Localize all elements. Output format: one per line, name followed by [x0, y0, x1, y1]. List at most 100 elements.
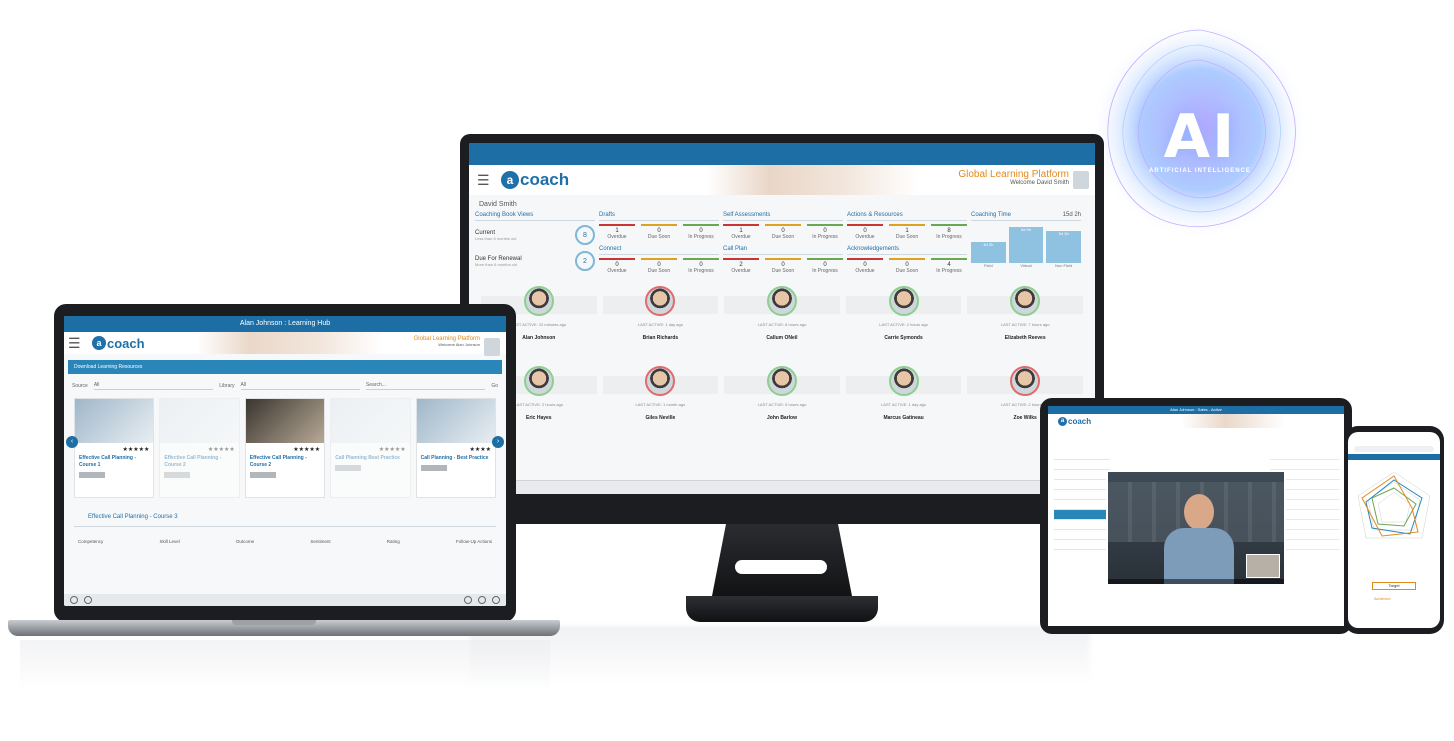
card-action-button[interactable]: [420, 465, 447, 471]
card-action-button[interactable]: [335, 465, 362, 471]
card-title[interactable]: Effective Call Planning - Course 1: [75, 455, 153, 469]
member-photo[interactable]: [523, 286, 554, 316]
member-name[interactable]: John Barlow: [724, 415, 840, 421]
card-title[interactable]: Call Planning Best Practice: [331, 455, 409, 462]
member-photo[interactable]: [888, 286, 919, 316]
member-name[interactable]: Callum ONeil: [724, 335, 840, 341]
member-name[interactable]: Brian Richards: [603, 335, 719, 341]
resource-card[interactable]: ★★★★ Call Planning - Best Practice: [415, 398, 496, 498]
member-photo[interactable]: [1010, 286, 1041, 316]
list-item[interactable]: [1054, 460, 1110, 470]
member-photo[interactable]: [888, 366, 919, 396]
chevron-right-icon[interactable]: ›: [492, 436, 504, 448]
desktop-monitor: ☰ a coach Global Learning Platform Welco…: [460, 134, 1104, 524]
member-photo[interactable]: [766, 286, 797, 316]
team-member-card[interactable]: LAST ACTIVE: 8 hours ago Callum ONeil: [724, 286, 840, 360]
target-button[interactable]: Target: [1372, 582, 1416, 590]
go-button[interactable]: Go: [491, 383, 498, 389]
chevron-left-icon[interactable]: ‹: [66, 436, 78, 448]
list-item[interactable]: [1054, 490, 1110, 500]
avatar[interactable]: [1073, 171, 1089, 189]
acoach-logo[interactable]: a coach: [92, 336, 145, 351]
refresh-icon[interactable]: [478, 596, 486, 604]
team-members-grid: LAST ACTIVE: 22 minutes ago Alan Johnson L…: [469, 280, 1095, 440]
column-header[interactable]: Competency: [78, 539, 103, 544]
resource-card[interactable]: ★★★★★ Effective Call Planning - Course 2: [159, 398, 240, 498]
list-item[interactable]: [1054, 470, 1110, 480]
card-title[interactable]: Call Planning - Best Practice: [417, 455, 495, 462]
list-item-selected[interactable]: [1054, 510, 1110, 520]
coaching-time-panel[interactable]: Coaching Time 15d 2h 4d 2h 5d 9h 5d 3h Fie…: [971, 212, 1082, 280]
video-call-window[interactable]: [1106, 470, 1286, 586]
list-item[interactable]: [1054, 520, 1110, 530]
list-item[interactable]: [1054, 500, 1110, 510]
member-photo[interactable]: [766, 366, 797, 396]
list-item[interactable]: [1054, 480, 1110, 490]
menu-icon[interactable]: ☰: [68, 335, 86, 352]
laptop: Alan Johnson : Learning Hub ☰ a coach Gl…: [54, 304, 516, 622]
acoach-logo[interactable]: a coach: [1058, 416, 1091, 426]
team-member-card[interactable]: LAST ACTIVE: 1 day ago Marcus Gatineau: [845, 366, 962, 440]
team-member-card[interactable]: LAST ACTIVE: 1 day ago Brian Richards: [602, 286, 719, 360]
card-thumbnail: [331, 399, 410, 443]
achieved-label: Achieved: [1374, 596, 1391, 601]
team-member-card[interactable]: LAST ACTIVE: 7 hours ago Elizabeth Reeves: [967, 286, 1083, 360]
menu-icon[interactable]: ☰: [477, 172, 495, 189]
help-icon[interactable]: [84, 596, 92, 604]
column-header[interactable]: Rating: [387, 539, 400, 544]
star-rating: ★★★★★: [378, 447, 406, 453]
team-member-card[interactable]: LAST ACTIVE: 5 hours ago John Barlow: [724, 366, 840, 440]
column-header[interactable]: Outcome: [236, 539, 254, 544]
column-header[interactable]: Skill Level: [159, 539, 179, 544]
member-name[interactable]: Elizabeth Reeves: [967, 335, 1083, 341]
star-rating: ★★★★★: [207, 447, 235, 453]
resource-card[interactable]: ★★★★★ Call Planning Best Practice: [330, 398, 411, 498]
card-action-button[interactable]: [249, 472, 276, 478]
team-member-card[interactable]: LAST ACTIVE: 2 hours ago Carrie Symonds: [845, 286, 962, 360]
list-item[interactable]: [1054, 540, 1110, 550]
member-photo[interactable]: [1010, 366, 1041, 396]
video-self-view[interactable]: [1246, 554, 1280, 578]
acknowledgements-panel[interactable]: Acknowledgements 0 Overdue 0 Due Soon 4 In …: [847, 246, 967, 274]
member-name[interactable]: Giles Neville: [603, 415, 719, 421]
drafts-panel[interactable]: Drafts 1 Overdue 0 Due Soon 0 In Progress: [599, 212, 719, 240]
radar-chart: [1357, 471, 1431, 539]
resource-card[interactable]: ★★★★★ Effective Call Planning - Course 2: [244, 398, 326, 498]
connect-panel[interactable]: Connect 0 Overdue 0 Due Soon 0 In Progress: [599, 246, 719, 274]
actions-resources-panel[interactable]: Actions & Resources 0 Overdue 1 Due Soon 8…: [847, 212, 967, 240]
card-title[interactable]: Effective Call Planning - Course 2: [246, 455, 324, 469]
video-controls[interactable]: [1108, 579, 1284, 584]
last-active-label: LAST ACTIVE: 1 day ago: [637, 322, 683, 327]
call-plan-panel[interactable]: Call Plan 2 Overdue 0 Due Soon 0 In Progres…: [723, 246, 843, 274]
avatar[interactable]: [484, 338, 500, 356]
library-select[interactable]: All: [240, 382, 360, 390]
dashboard-summary: Coaching Book Views Current Less than 6 …: [469, 212, 1095, 280]
column-header[interactable]: Follow-Up Actions: [456, 539, 492, 544]
team-member-card[interactable]: LAST ACTIVE: 1 month ago Giles Neville: [602, 366, 719, 440]
browser-url-bar[interactable]: [1354, 446, 1434, 452]
acoach-logo[interactable]: a coach: [501, 170, 569, 190]
platform-title: Global Learning Platform Welcome Alan Jo…: [413, 336, 480, 347]
course-subheading: Effective Call Planning - Course 3: [74, 500, 496, 527]
list-item[interactable]: [1054, 530, 1110, 540]
self-assessments-panel[interactable]: Self Assessments 1 Overdue 0 Due Soon 0 In …: [723, 212, 843, 240]
list-item[interactable]: [1054, 450, 1110, 460]
column-header[interactable]: Sentiment: [310, 539, 330, 544]
card-title[interactable]: Effective Call Planning - Course 2: [160, 455, 238, 469]
settings-icon[interactable]: [464, 596, 472, 604]
logout-icon[interactable]: [492, 596, 500, 604]
monitor-footer: [469, 480, 1095, 494]
resource-card[interactable]: ★★★★★ Effective Call Planning - Course 1: [74, 398, 155, 498]
card-action-button[interactable]: [79, 472, 105, 478]
card-action-button[interactable]: [164, 472, 191, 478]
coaching-book-current[interactable]: Current Less than 6 months old 8: [475, 225, 595, 245]
member-photo[interactable]: [523, 366, 554, 396]
source-select[interactable]: All: [93, 382, 214, 390]
coaching-book-renewal[interactable]: Due For Renewal More than 6 months old 2: [475, 251, 595, 271]
home-icon[interactable]: [70, 596, 78, 604]
search-input[interactable]: Search...: [365, 382, 486, 390]
member-name[interactable]: Marcus Gatineau: [846, 415, 962, 421]
laptop-reflection: [20, 640, 550, 690]
coaching-time-bar: 5d 3h: [1046, 230, 1082, 263]
member-name[interactable]: Carrie Symonds: [846, 335, 962, 341]
